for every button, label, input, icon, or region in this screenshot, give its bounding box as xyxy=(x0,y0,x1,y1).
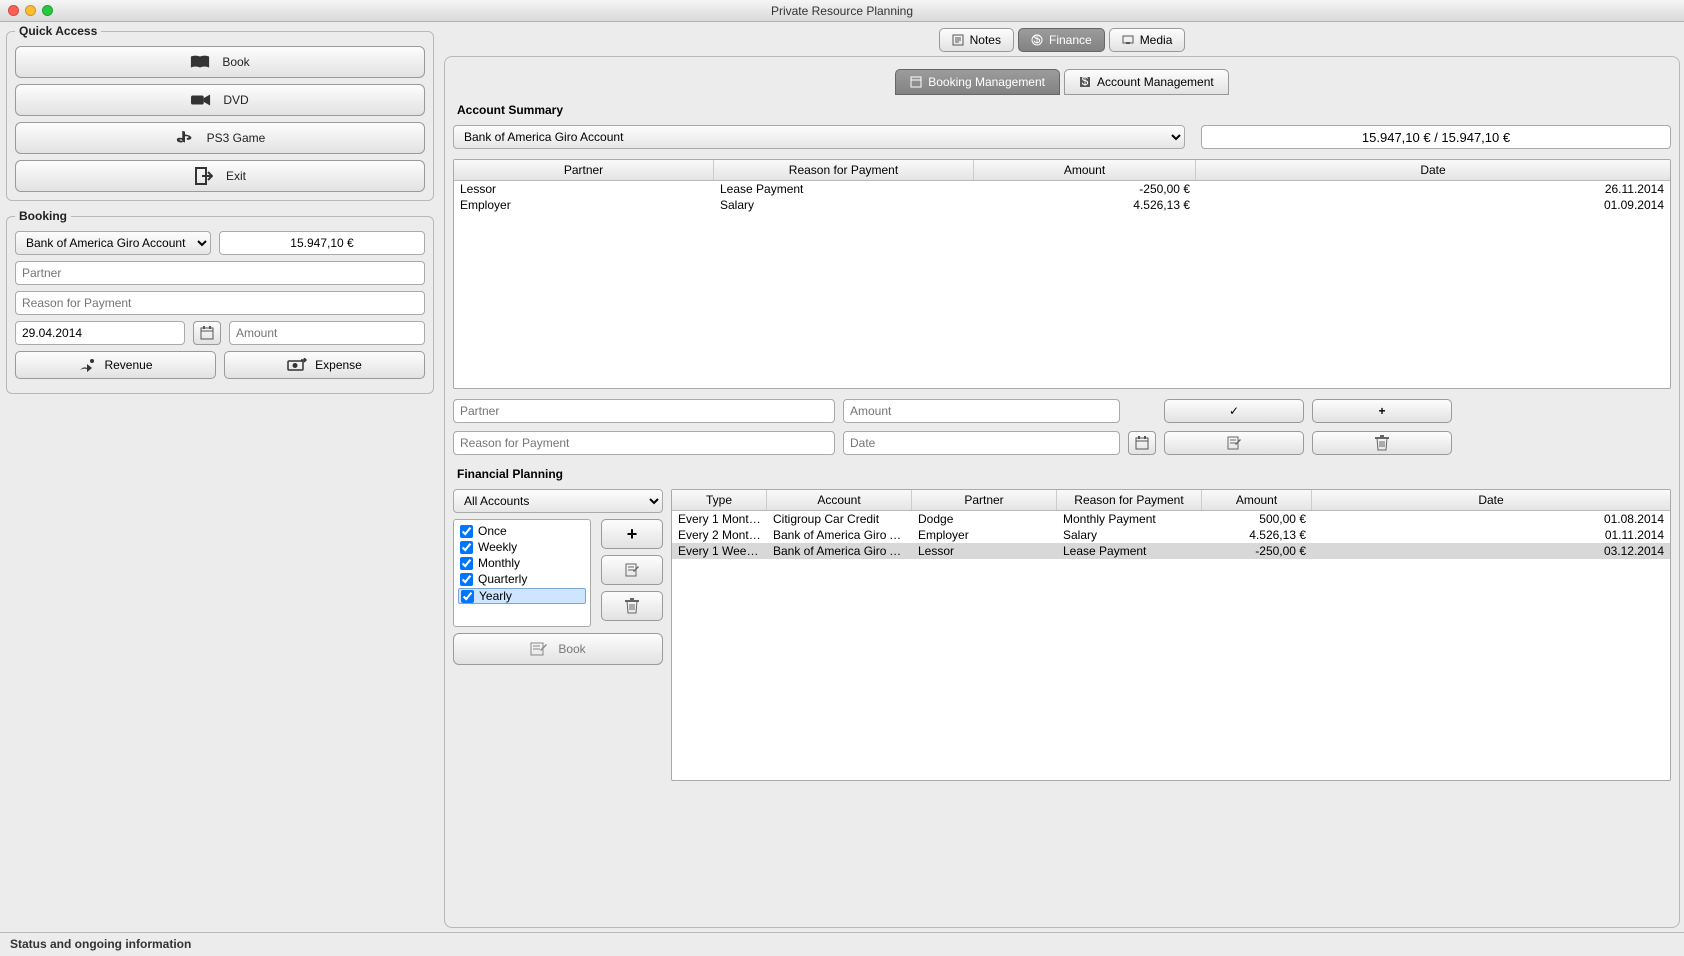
edit-entry-button[interactable] xyxy=(1164,431,1304,455)
finance-icon: $ xyxy=(1031,34,1043,46)
ps3-game-button[interactable]: PS3 Game xyxy=(15,122,425,154)
delete-entry-button[interactable] xyxy=(1312,431,1452,455)
check-icon: ✓ xyxy=(1229,404,1239,418)
trash-icon xyxy=(1375,435,1389,451)
tab-notes[interactable]: Notes xyxy=(939,28,1014,52)
financial-planning-label: Financial Planning xyxy=(453,465,1671,483)
col-date[interactable]: Date xyxy=(1196,160,1670,180)
booking-partner-input[interactable] xyxy=(15,261,425,285)
confirm-button[interactable]: ✓ xyxy=(1164,399,1304,423)
col-amount[interactable]: Amount xyxy=(974,160,1196,180)
expense-button[interactable]: Expense xyxy=(224,351,425,379)
pcol-reason[interactable]: Reason for Payment xyxy=(1057,490,1202,510)
account-mgmt-icon: $ xyxy=(1079,76,1091,88)
edit-date-input[interactable] xyxy=(843,431,1120,455)
pcol-type[interactable]: Type xyxy=(672,490,767,510)
book-button[interactable]: Book xyxy=(15,46,425,78)
quick-access-panel: Quick Access Book DVD PS3 Game Exit xyxy=(6,24,434,201)
plan-book-button[interactable]: Book xyxy=(453,633,663,665)
revenue-button[interactable]: Revenue xyxy=(15,351,216,379)
tab-account-management[interactable]: $Account Management xyxy=(1064,69,1229,95)
col-partner[interactable]: Partner xyxy=(454,160,714,180)
booking-legend: Booking xyxy=(15,209,71,223)
minimize-window-button[interactable] xyxy=(25,5,36,16)
traffic-lights xyxy=(8,5,53,16)
calendar-icon xyxy=(200,326,214,340)
book-icon xyxy=(190,54,210,70)
summary-balance-display: 15.947,10 € / 15.947,10 € xyxy=(1201,125,1671,149)
booking-balance-display xyxy=(219,231,425,255)
svg-text:$: $ xyxy=(1034,34,1041,46)
expense-icon xyxy=(287,358,307,372)
pcol-partner[interactable]: Partner xyxy=(912,490,1057,510)
close-window-button[interactable] xyxy=(8,5,19,16)
plus-icon: + xyxy=(627,524,638,545)
plan-delete-button[interactable] xyxy=(601,591,663,621)
table-row[interactable]: Every 1 Week(s)Bank of America Giro Ac..… xyxy=(672,543,1670,559)
dvd-button[interactable]: DVD xyxy=(15,84,425,116)
edit-reason-input[interactable] xyxy=(453,431,835,455)
col-reason[interactable]: Reason for Payment xyxy=(714,160,974,180)
booking-panel: Booking Bank of America Giro Account Rev… xyxy=(6,209,434,394)
check-monthly[interactable]: Monthly xyxy=(458,556,586,570)
top-tabs: Notes $Finance Media xyxy=(444,28,1680,52)
notes-icon xyxy=(952,34,964,46)
plus-icon: + xyxy=(1378,404,1385,418)
quick-access-legend: Quick Access xyxy=(15,24,101,38)
status-bar: Status and ongoing information xyxy=(0,932,1684,956)
check-weekly[interactable]: Weekly xyxy=(458,540,586,554)
edit-calendar-button[interactable] xyxy=(1128,431,1156,455)
table-row[interactable]: Every 2 Month(s)Bank of America Giro Ac.… xyxy=(672,527,1670,543)
zoom-window-button[interactable] xyxy=(42,5,53,16)
calendar-icon xyxy=(1135,436,1149,450)
add-button[interactable]: + xyxy=(1312,399,1452,423)
pcol-account[interactable]: Account xyxy=(767,490,912,510)
check-yearly[interactable]: Yearly xyxy=(458,588,586,604)
edit-partner-input[interactable] xyxy=(453,399,835,423)
trash-icon xyxy=(625,598,639,614)
planning-account-select[interactable]: All Accounts xyxy=(453,489,663,513)
edit-icon xyxy=(624,562,640,578)
titlebar: Private Resource Planning xyxy=(0,0,1684,22)
svg-text:$: $ xyxy=(1082,76,1089,88)
summary-account-select[interactable]: Bank of America Giro Account xyxy=(453,125,1185,149)
tab-booking-management[interactable]: Booking Management xyxy=(895,69,1060,95)
book-action-icon xyxy=(530,642,548,656)
tab-media[interactable]: Media xyxy=(1109,28,1186,52)
window-title: Private Resource Planning xyxy=(0,4,1684,18)
exit-icon xyxy=(194,167,214,185)
revenue-icon xyxy=(78,358,96,372)
pcol-date[interactable]: Date xyxy=(1312,490,1670,510)
playstation-icon xyxy=(175,130,195,146)
edit-icon xyxy=(1226,435,1242,451)
planning-table: Type Account Partner Reason for Payment … xyxy=(671,489,1671,781)
booking-calendar-button[interactable] xyxy=(193,321,221,345)
booking-amount-input[interactable] xyxy=(229,321,425,345)
tab-finance[interactable]: $Finance xyxy=(1018,28,1105,52)
plan-edit-button[interactable] xyxy=(601,555,663,585)
camera-icon xyxy=(191,93,211,107)
table-row[interactable]: LessorLease Payment-250,00 €26.11.2014 xyxy=(454,181,1670,197)
finance-panel: Booking Management $Account Management A… xyxy=(444,56,1680,928)
table-row[interactable]: EmployerSalary4.526,13 €01.09.2014 xyxy=(454,197,1670,213)
booking-date-input[interactable] xyxy=(15,321,185,345)
table-row[interactable]: Every 1 Month(s)Citigroup Car CreditDodg… xyxy=(672,511,1670,527)
summary-table: Partner Reason for Payment Amount Date L… xyxy=(453,159,1671,389)
check-quarterly[interactable]: Quarterly xyxy=(458,572,586,586)
booking-account-select[interactable]: Bank of America Giro Account xyxy=(15,231,211,255)
media-icon xyxy=(1122,34,1134,46)
booking-mgmt-icon xyxy=(910,76,922,88)
account-summary-label: Account Summary xyxy=(453,101,1671,119)
exit-button[interactable]: Exit xyxy=(15,160,425,192)
period-checklist: Once Weekly Monthly Quarterly Yearly xyxy=(453,519,591,627)
plan-add-button[interactable]: + xyxy=(601,519,663,549)
check-once[interactable]: Once xyxy=(458,524,586,538)
edit-amount-input[interactable] xyxy=(843,399,1120,423)
booking-reason-input[interactable] xyxy=(15,291,425,315)
sub-tabs: Booking Management $Account Management xyxy=(453,69,1671,95)
pcol-amount[interactable]: Amount xyxy=(1202,490,1312,510)
